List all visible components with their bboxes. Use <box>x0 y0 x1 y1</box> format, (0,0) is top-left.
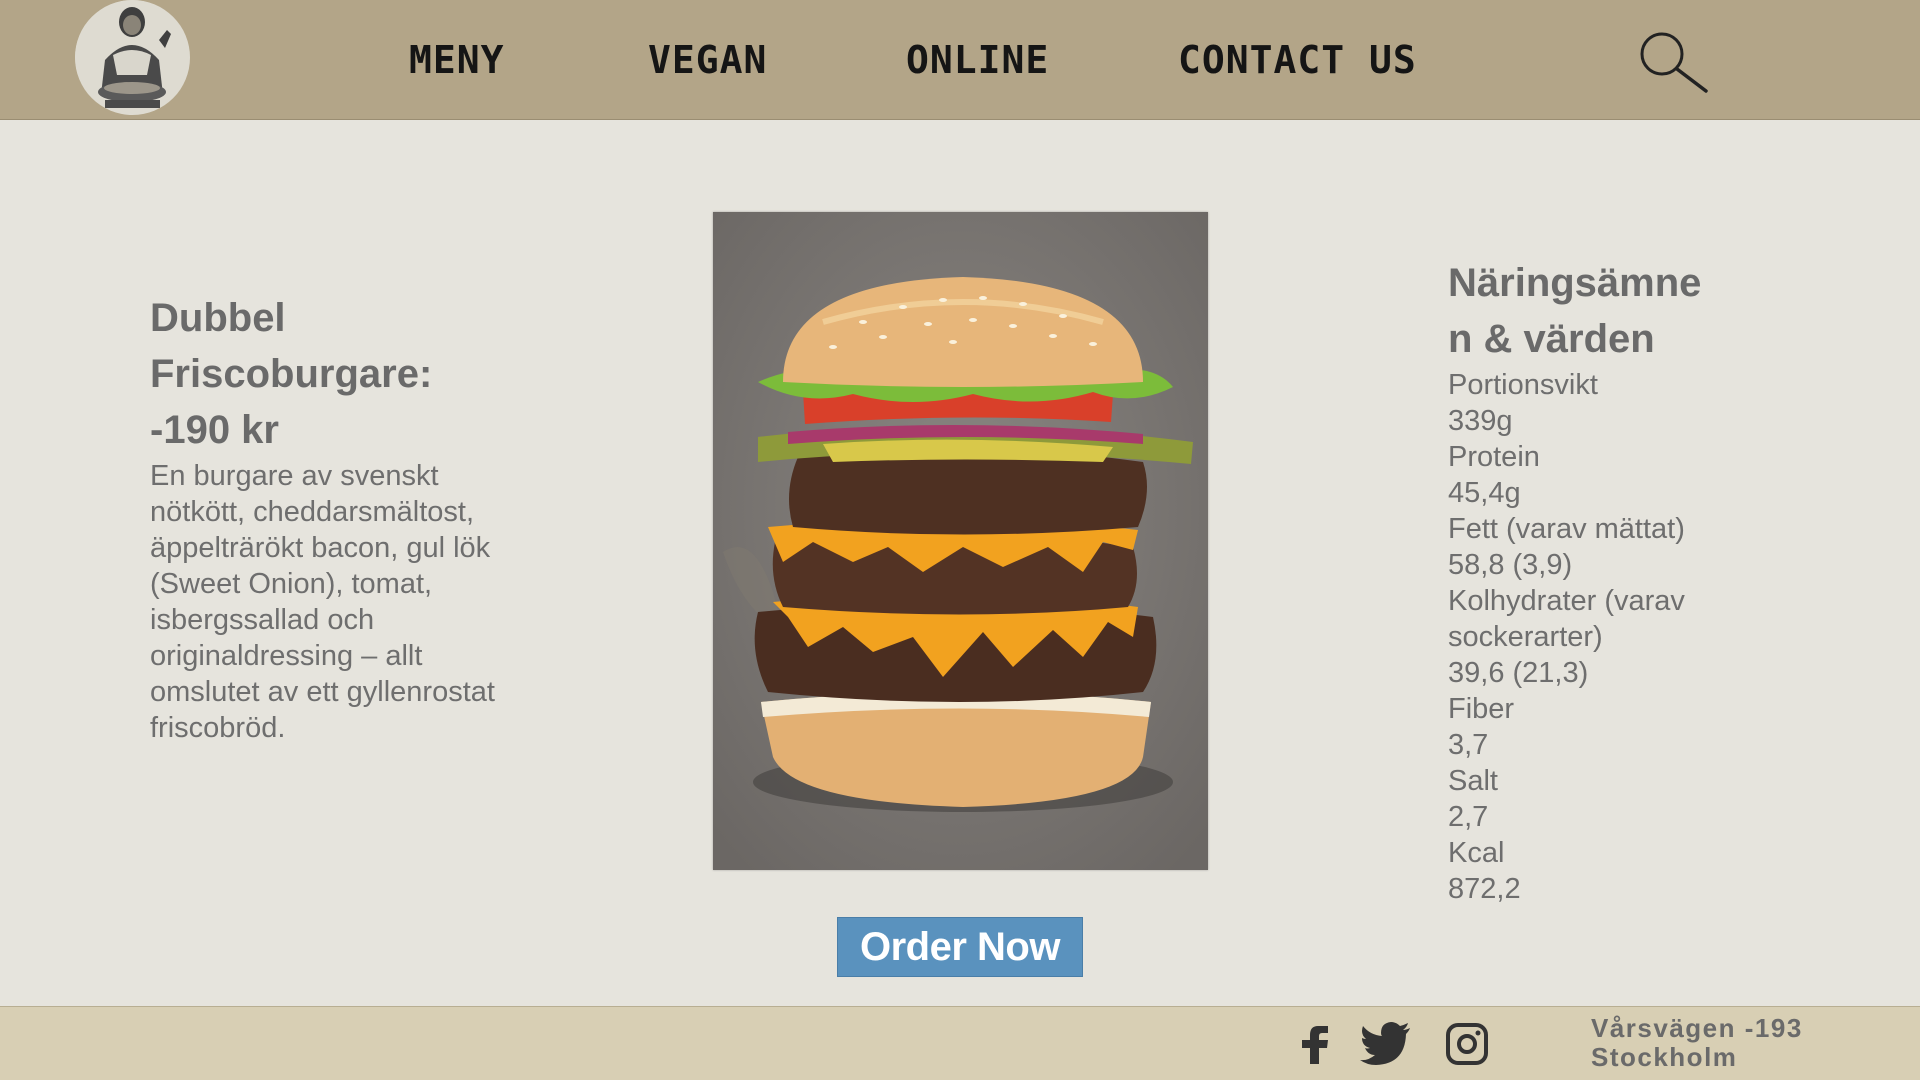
nutrition-title: Näringsämne n & värden <box>1448 255 1768 367</box>
product-title-line: Friscoburgare: <box>150 352 433 396</box>
top-navigation-bar: MENY VEGAN ONLINE CONTACT US <box>0 0 1920 120</box>
nutrition-label: Fiber <box>1448 693 1515 725</box>
twitter-icon[interactable] <box>1360 1022 1410 1066</box>
chef-mascot-logo[interactable] <box>75 0 190 115</box>
nutrition-label: Portionsvikt <box>1448 369 1598 401</box>
nutrition-label: Salt <box>1448 765 1498 797</box>
address-street: Vårsvägen -193 <box>1591 1013 1803 1043</box>
search-icon[interactable] <box>1638 32 1708 94</box>
nutrition-label: Kcal <box>1448 837 1505 869</box>
nutrition-value: 58,8 (3,9) <box>1448 549 1573 581</box>
address-city: Stockholm <box>1591 1042 1738 1072</box>
product-description: En burgare av svenskt nötkött, cheddarsm… <box>150 460 495 744</box>
product-title: Dubbel Friscoburgare: -190 kr <box>150 290 495 458</box>
nutrition-list: Portionsvikt 339g Protein 45,4g Fett (va… <box>1448 367 1768 907</box>
nutrition-label: Fett (varav mättat) <box>1448 513 1685 545</box>
nav-item-online[interactable]: ONLINE <box>906 38 1049 82</box>
nutrition-label: Protein <box>1448 441 1540 473</box>
nutrition-value: 3,7 <box>1448 729 1489 761</box>
product-title-line: Dubbel <box>150 296 286 340</box>
double-cheeseburger-photo <box>713 212 1208 870</box>
order-now-button[interactable]: Order Now <box>837 917 1083 977</box>
footer-address: Vårsvägen -193 Stockholm <box>1591 1014 1803 1072</box>
nutrition-info: Näringsämne n & värden Portionsvikt 339g… <box>1448 255 1768 907</box>
nav-item-contact-us[interactable]: CONTACT US <box>1178 38 1417 82</box>
nutrition-value: 45,4g <box>1448 477 1521 509</box>
nutrition-value: 39,6 (21,3) <box>1448 657 1589 689</box>
facebook-icon[interactable] <box>1288 1022 1338 1066</box>
nutrition-title-line: Näringsämne <box>1448 261 1702 305</box>
product-price: -190 kr <box>150 408 279 452</box>
nutrition-value: 339g <box>1448 405 1513 437</box>
nutrition-label: Kolhydrater (varav <box>1448 585 1685 617</box>
nutrition-value: 2,7 <box>1448 801 1489 833</box>
nav-item-vegan[interactable]: VEGAN <box>648 38 767 82</box>
product-info: Dubbel Friscoburgare: -190 kr En burgare… <box>150 290 495 746</box>
nav-item-meny[interactable]: MENY <box>409 38 505 82</box>
nutrition-value: 872,2 <box>1448 873 1521 905</box>
instagram-icon[interactable] <box>1445 1022 1495 1066</box>
nutrition-label: sockerarter) <box>1448 621 1603 653</box>
nutrition-title-line: n & värden <box>1448 317 1655 361</box>
